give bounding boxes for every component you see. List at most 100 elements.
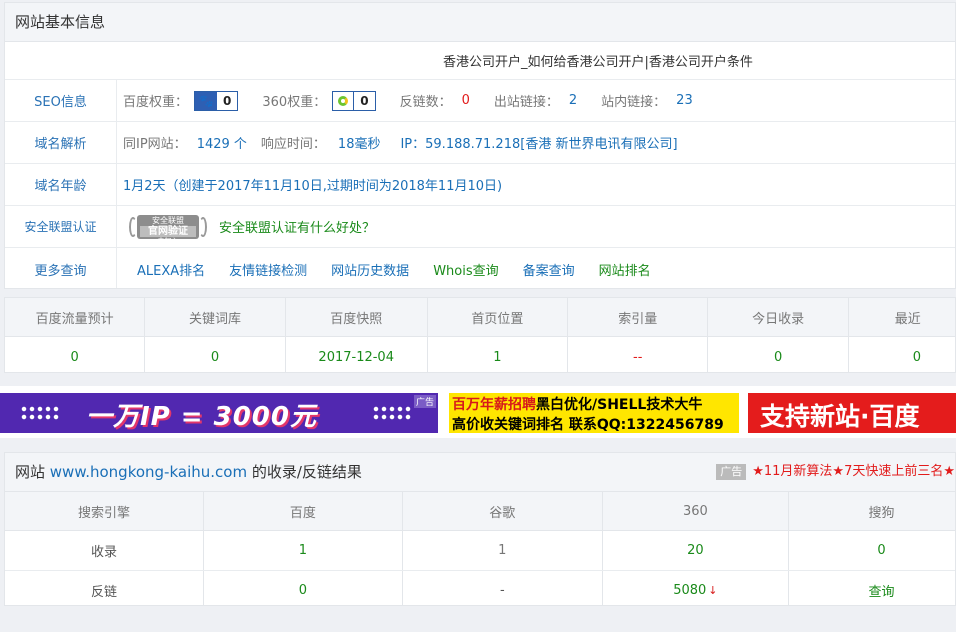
bl-backlinks-baidu[interactable]: 0	[203, 570, 403, 605]
backlinks-count: 反链数： 0	[400, 91, 470, 110]
so360-weight-value: 0	[360, 93, 369, 108]
more-query-label: 更多查询	[5, 248, 117, 288]
baidu-weight-value: 0	[223, 93, 232, 108]
bl-backlinks-google: -	[402, 570, 603, 605]
bl-header-engine: 搜索引擎	[5, 492, 204, 531]
site-rank-link[interactable]: 网站排名	[599, 260, 651, 279]
domain-age-label: 域名年龄	[5, 164, 117, 205]
backlinks-table: 搜索引擎 百度 谷歌 360 搜狗 收录 1 1 20 0 反链 0 - 508…	[5, 492, 955, 605]
security-label: 安全联盟认证	[5, 206, 117, 247]
ad-recruit-black-text: 黑白优化/SHELL技术大牛	[536, 397, 703, 413]
alexa-rank-link[interactable]: ALEXA排名	[137, 260, 205, 279]
bl-header-360: 360	[602, 492, 789, 531]
ad-banner-recruit[interactable]: 百万年薪招聘黑白优化/SHELL技术大牛 高价收关键词排名 联系QQ:13224…	[449, 393, 739, 433]
stat-header-snapshot: 百度快照	[285, 298, 428, 337]
stat-header-traffic: 百度流量预计	[5, 298, 146, 337]
seo-label: SEO信息	[5, 80, 117, 121]
more-query-row: 更多查询 ALEXA排名 友情链接检测 网站历史数据 Whois查询 备案查询 …	[5, 248, 955, 288]
stat-header-home-position: 首页位置	[427, 298, 569, 337]
domain-age-value: 1月2天（创建于2017年11月10日,过期时间为2018年11月10日)	[123, 179, 503, 194]
bl-header-baidu: 百度	[203, 492, 403, 531]
seal-bottom-text: 未加入	[157, 236, 179, 245]
stat-keywords-value[interactable]: 0	[144, 336, 286, 372]
ip-address[interactable]: IP：59.188.71.218[香港 新世界电讯有限公司]	[400, 133, 677, 152]
arrow-down-icon: ↓	[708, 584, 718, 597]
dns-row: 域名解析 同IP网站： 1429 个 响应时间： 18毫秒 IP：59.188.…	[5, 122, 955, 164]
same-ip-label: 同IP网站：	[123, 137, 187, 152]
ad-new-site-text: 支持新站·百度	[760, 402, 920, 431]
basic-info-panel: 网站基本信息 香港公司开户_如何给香港公司开户|香港公司开户条件 SEO信息 百…	[4, 2, 956, 289]
ad-dots-right-icon	[372, 405, 412, 421]
security-seal-icon[interactable]: 安全联盟 官网验证 未加入	[129, 213, 209, 245]
stat-header-today: 今日收录	[707, 298, 849, 337]
response-time-label: 响应时间：	[260, 137, 326, 152]
table-row: 收录 1 1 20 0	[5, 530, 955, 571]
outlinks-count: 出站链接： 2	[494, 91, 577, 110]
ad-strip: 一万IP = 3000元 广告 百万年薪招聘黑白优化/SHELL技术大牛 高价收…	[0, 386, 956, 438]
baidu-paw-icon: 🐾	[195, 91, 218, 110]
so360-weight: 360权重： 0	[262, 90, 376, 111]
bl-indexed-google[interactable]: 1	[402, 530, 603, 571]
stat-header-recent: 最近	[848, 298, 955, 337]
stats-table: 百度流量预计 关键词库 百度快照 首页位置 索引量 今日收录 最近 0 0 20…	[5, 298, 955, 372]
site-history-link[interactable]: 网站历史数据	[331, 260, 409, 279]
table-row: 反链 0 - 5080 ↓ 查询	[5, 570, 955, 605]
stat-snapshot-value[interactable]: 2017-12-04	[285, 336, 428, 372]
bl-header-google: 谷歌	[402, 492, 603, 531]
so360-weight-badge[interactable]: 0	[332, 90, 376, 111]
baidu-weight-badge[interactable]: 🐾 0	[194, 90, 239, 111]
icp-record-link[interactable]: 备案查询	[523, 260, 575, 279]
inlinks-label: 站内链接：	[601, 95, 667, 110]
inlinks-count: 站内链接： 23	[601, 91, 693, 110]
bl-row-backlinks-name: 反链	[5, 570, 204, 605]
promo-link[interactable]: ★11月新算法★7天快速上前三名★	[752, 464, 955, 479]
stat-header-keywords: 关键词库	[144, 298, 286, 337]
bl-backlinks-sogou[interactable]: 查询	[788, 570, 955, 605]
domain-age-row: 域名年龄 1月2天（创建于2017年11月10日,过期时间为2018年11月10…	[5, 164, 955, 206]
bl-header-sogou: 搜狗	[788, 492, 955, 531]
seo-row: SEO信息 百度权重： 🐾 0 360权重： 0 反链数： 0 出站链接： 2 …	[5, 80, 955, 122]
backlinks-panel: 网站 www.hongkong-kaihu.com 的收录/反链结果 广告 ★11…	[4, 452, 956, 606]
outlinks-value[interactable]: 2	[569, 93, 577, 108]
security-row: 安全联盟认证 安全联盟 官网验证 未加入 安全联盟认证有什么好处？	[5, 206, 955, 248]
ad-recruit-line2: 高价收关键词排名 联系QQ:1322456789	[452, 417, 724, 433]
backlinks-value[interactable]: 0	[462, 93, 470, 108]
backlinks-label: 反链数：	[399, 95, 452, 110]
dns-label: 域名解析	[5, 122, 117, 163]
promo-ad-tag: 广告	[716, 463, 747, 480]
stat-traffic-value[interactable]: 0	[5, 336, 146, 372]
stat-today-value[interactable]: 0	[707, 336, 849, 372]
stat-recent-value[interactable]: 0	[848, 336, 955, 372]
inlinks-value[interactable]: 23	[676, 93, 693, 108]
ad-banner-ip-tag: 广告	[413, 395, 436, 408]
bl-backlinks-360[interactable]: 5080	[673, 583, 706, 598]
seal-main-text: 官网验证	[140, 225, 196, 237]
seal-top-text: 安全联盟	[152, 215, 184, 225]
backlinks-domain-link[interactable]: www.hongkong-kaihu.com	[50, 463, 247, 481]
site-title: 香港公司开户_如何给香港公司开户|香港公司开户条件	[443, 55, 753, 70]
stat-header-index: 索引量	[567, 298, 709, 337]
ad-banner-new-site[interactable]: 支持新站·百度	[748, 393, 956, 433]
whois-link[interactable]: Whois查询	[433, 260, 498, 279]
bl-backlinks-360-cell: 5080 ↓	[602, 570, 789, 605]
ad-recruit-red-text: 百万年薪招聘	[452, 397, 536, 413]
outlinks-label: 出站链接：	[493, 95, 559, 110]
same-ip-value[interactable]: 1429 个	[197, 133, 247, 152]
baidu-weight-label: 百度权重：	[123, 95, 189, 110]
stat-home-position-value: 1	[427, 336, 569, 372]
bl-indexed-360[interactable]: 20	[602, 530, 789, 571]
promo-area: 广告 ★11月新算法★7天快速上前三名★	[716, 453, 955, 491]
stat-index-value: --	[567, 336, 709, 372]
response-time-value: 18毫秒	[337, 137, 381, 152]
bl-indexed-sogou[interactable]: 0	[788, 530, 955, 571]
backlinks-title-prefix: 网站	[15, 463, 50, 481]
bl-indexed-baidu[interactable]: 1	[203, 530, 403, 571]
backlinks-header: 网站 www.hongkong-kaihu.com 的收录/反链结果 广告 ★11…	[5, 453, 955, 492]
friend-link-check-link[interactable]: 友情链接检测	[229, 260, 307, 279]
ad-dots-left-icon	[20, 405, 60, 421]
ad-banner-ip[interactable]: 一万IP = 3000元 广告	[0, 393, 438, 433]
so360-weight-label: 360权重：	[262, 95, 327, 110]
ad-banner-ip-text: 一万IP = 3000元	[86, 402, 317, 432]
security-benefit-link[interactable]: 安全联盟认证有什么好处？	[219, 217, 375, 236]
baidu-weight: 百度权重： 🐾 0	[123, 90, 239, 111]
